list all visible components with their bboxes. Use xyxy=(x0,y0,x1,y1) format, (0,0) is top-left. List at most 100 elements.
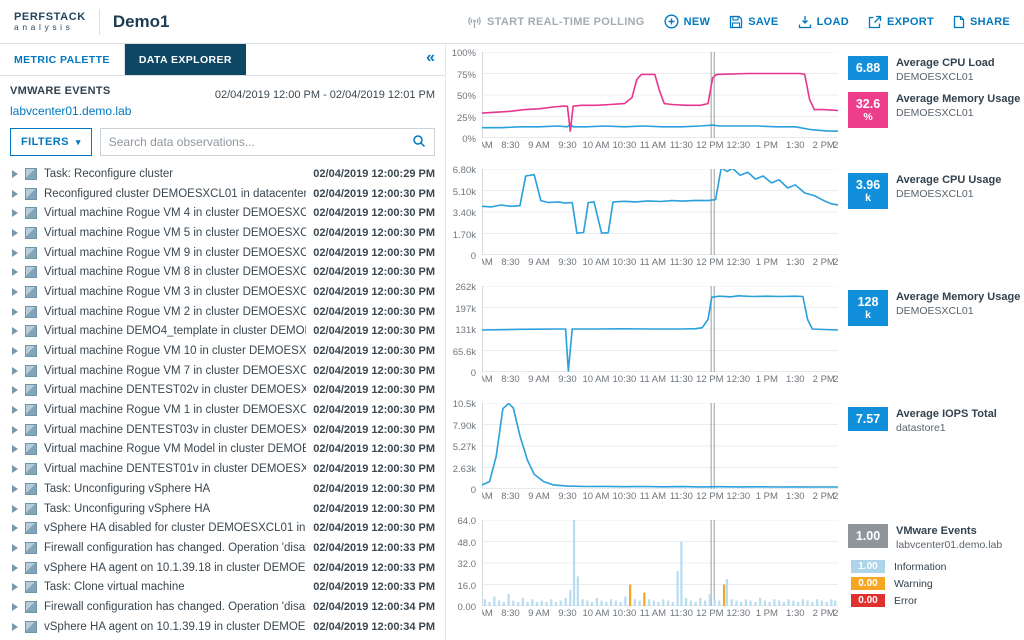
chart-plot-cpu-load-memory-percent[interactable]: 8 AM8:309 AM9:3010 AM10:3011 AM11:3012 P… xyxy=(482,52,838,169)
iops-total-svg[interactable] xyxy=(482,403,838,489)
event-row[interactable]: Virtual machine DENTEST02v in cluster DE… xyxy=(0,381,445,401)
x-tick-label: 11 AM xyxy=(640,374,666,385)
event-row[interactable]: Virtual machine Rogue VM 2 in cluster DE… xyxy=(0,302,445,322)
x-tick-label: 11 AM xyxy=(640,257,666,268)
event-row[interactable]: Virtual machine DEMO4_template in cluste… xyxy=(0,322,445,342)
metric-value: 7.57 xyxy=(851,412,885,426)
event-row[interactable]: Virtual machine Rogue VM 8 in cluster DE… xyxy=(0,262,445,282)
x-tick-label: 8 AM xyxy=(482,608,493,619)
expand-triangle-icon[interactable] xyxy=(12,603,18,611)
chart-plot-iops-total[interactable]: 8 AM8:309 AM9:3010 AM10:3011 AM11:3012 P… xyxy=(482,403,838,520)
x-tick-label: 11:30 xyxy=(670,257,693,268)
event-row[interactable]: Task: Clone virtual machine02/04/2019 12… xyxy=(0,637,445,640)
cpu-load-memory-percent-svg[interactable] xyxy=(482,52,838,138)
event-row[interactable]: Virtual machine Rogue VM 9 in cluster DE… xyxy=(0,243,445,263)
event-row[interactable]: Virtual machine Rogue VM 3 in cluster DE… xyxy=(0,282,445,302)
expand-triangle-icon[interactable] xyxy=(12,406,18,414)
header-divider xyxy=(99,9,100,35)
event-text: Reconfigured cluster DEMOESXCL01 in data… xyxy=(44,188,306,200)
share-button[interactable]: SHARE xyxy=(953,15,1010,29)
x-tick-label: 1:30 xyxy=(786,374,805,385)
expand-triangle-icon[interactable] xyxy=(12,190,18,198)
expand-triangle-icon[interactable] xyxy=(12,623,18,631)
expand-triangle-icon[interactable] xyxy=(12,544,18,552)
collapse-panel-icon[interactable]: « xyxy=(426,49,435,67)
x-tick-label: 10:30 xyxy=(613,140,637,151)
expand-triangle-icon[interactable] xyxy=(12,249,18,257)
x-tick-label: 2: xyxy=(833,140,838,151)
metric-value-badge: 1.00 xyxy=(848,524,888,548)
event-row[interactable]: Virtual machine Rogue VM 5 in cluster DE… xyxy=(0,223,445,243)
export-button[interactable]: EXPORT xyxy=(868,15,934,29)
event-row[interactable]: Virtual machine DENTEST03v in cluster DE… xyxy=(0,420,445,440)
vmware-events-svg[interactable] xyxy=(482,520,838,606)
start-realtime-polling-button[interactable]: START REAL-TIME POLLING xyxy=(467,15,645,29)
memory-usage-svg[interactable] xyxy=(482,286,838,372)
chart-plot-vmware-events[interactable]: 8 AM8:309 AM9:3010 AM10:3011 AM11:3012 P… xyxy=(482,520,838,637)
expand-triangle-icon[interactable] xyxy=(12,347,18,355)
event-timestamp: 02/04/2019 12:00:33 PM xyxy=(313,562,435,574)
export-icon xyxy=(868,15,882,29)
event-row[interactable]: Task: Clone virtual machine02/04/2019 12… xyxy=(0,577,445,597)
vmware-event-icon xyxy=(25,286,37,298)
y-axis: 262k197k131k65.6k0 xyxy=(448,286,482,403)
expand-triangle-icon[interactable] xyxy=(12,583,18,591)
vmware-event-icon xyxy=(25,266,37,278)
expand-triangle-icon[interactable] xyxy=(12,465,18,473)
expand-triangle-icon[interactable] xyxy=(12,209,18,217)
event-timestamp: 02/04/2019 12:00:29 PM xyxy=(313,168,435,180)
event-row[interactable]: Virtual machine Rogue VM 7 in cluster DE… xyxy=(0,361,445,381)
y-tick-label: 3.40k xyxy=(453,208,476,219)
event-row[interactable]: Task: Reconfigure cluster02/04/2019 12:0… xyxy=(0,164,445,184)
new-button[interactable]: NEW xyxy=(664,14,711,29)
event-row[interactable]: Firewall configuration has changed. Oper… xyxy=(0,597,445,617)
expand-triangle-icon[interactable] xyxy=(12,386,18,394)
x-tick-label: 8 AM xyxy=(482,374,493,385)
expand-triangle-icon[interactable] xyxy=(12,170,18,178)
expand-triangle-icon[interactable] xyxy=(12,564,18,572)
chart-plot-memory-usage[interactable]: 8 AM8:309 AM9:3010 AM10:3011 AM11:3012 P… xyxy=(482,286,838,403)
section-title: VMWARE EVENTS xyxy=(10,85,110,97)
event-row[interactable]: Virtual machine Rogue VM Model in cluste… xyxy=(0,440,445,460)
entity-link[interactable]: labvcenter01.demo.lab xyxy=(0,103,141,126)
expand-triangle-icon[interactable] xyxy=(12,268,18,276)
event-row[interactable]: Task: Unconfiguring vSphere HA02/04/2019… xyxy=(0,479,445,499)
save-button[interactable]: SAVE xyxy=(729,15,778,29)
event-row[interactable]: Virtual machine Rogue VM 1 in cluster DE… xyxy=(0,400,445,420)
load-button[interactable]: LOAD xyxy=(798,15,849,29)
y-tick-label: 50% xyxy=(457,91,476,102)
chart-plot-cpu-usage[interactable]: 8 AM8:309 AM9:3010 AM10:3011 AM11:3012 P… xyxy=(482,169,838,286)
x-tick-label: 8:30 xyxy=(501,140,520,151)
event-row[interactable]: Task: Unconfiguring vSphere HA02/04/2019… xyxy=(0,499,445,519)
event-row[interactable]: Firewall configuration has changed. Oper… xyxy=(0,538,445,558)
y-tick-label: 48.0 xyxy=(458,538,477,549)
event-row[interactable]: Virtual machine Rogue VM 4 in cluster DE… xyxy=(0,203,445,223)
x-tick-label: 10 AM xyxy=(582,491,609,502)
expand-triangle-icon[interactable] xyxy=(12,308,18,316)
expand-triangle-icon[interactable] xyxy=(12,367,18,375)
expand-triangle-icon[interactable] xyxy=(12,426,18,434)
cpu-usage-svg[interactable] xyxy=(482,169,838,255)
event-row[interactable]: Reconfigured cluster DEMOESXCL01 in data… xyxy=(0,184,445,204)
search-icon xyxy=(412,134,426,151)
expand-triangle-icon[interactable] xyxy=(12,327,18,335)
tab-data-explorer[interactable]: DATA EXPLORER xyxy=(125,44,246,75)
event-row[interactable]: vSphere HA disabled for cluster DEMOESXC… xyxy=(0,518,445,538)
event-row[interactable]: Virtual machine DENTEST01v in cluster DE… xyxy=(0,459,445,479)
expand-triangle-icon[interactable] xyxy=(12,505,18,513)
search-button[interactable] xyxy=(404,129,434,155)
expand-triangle-icon[interactable] xyxy=(12,445,18,453)
event-row[interactable]: vSphere HA agent on 10.1.39.18 in cluste… xyxy=(0,558,445,578)
data-explorer-panel: METRIC PALETTE DATA EXPLORER « VMWARE EV… xyxy=(0,44,446,640)
tab-metric-palette[interactable]: METRIC PALETTE xyxy=(0,44,125,75)
save-label: SAVE xyxy=(748,16,778,28)
expand-triangle-icon[interactable] xyxy=(12,524,18,532)
x-tick-label: 8:30 xyxy=(501,374,520,385)
event-row[interactable]: Virtual machine Rogue VM 10 in cluster D… xyxy=(0,341,445,361)
expand-triangle-icon[interactable] xyxy=(12,288,18,296)
filters-button[interactable]: FILTERS ▾ xyxy=(10,128,92,156)
search-input[interactable] xyxy=(101,135,404,149)
event-row[interactable]: vSphere HA agent on 10.1.39.19 in cluste… xyxy=(0,617,445,637)
expand-triangle-icon[interactable] xyxy=(12,485,18,493)
expand-triangle-icon[interactable] xyxy=(12,229,18,237)
